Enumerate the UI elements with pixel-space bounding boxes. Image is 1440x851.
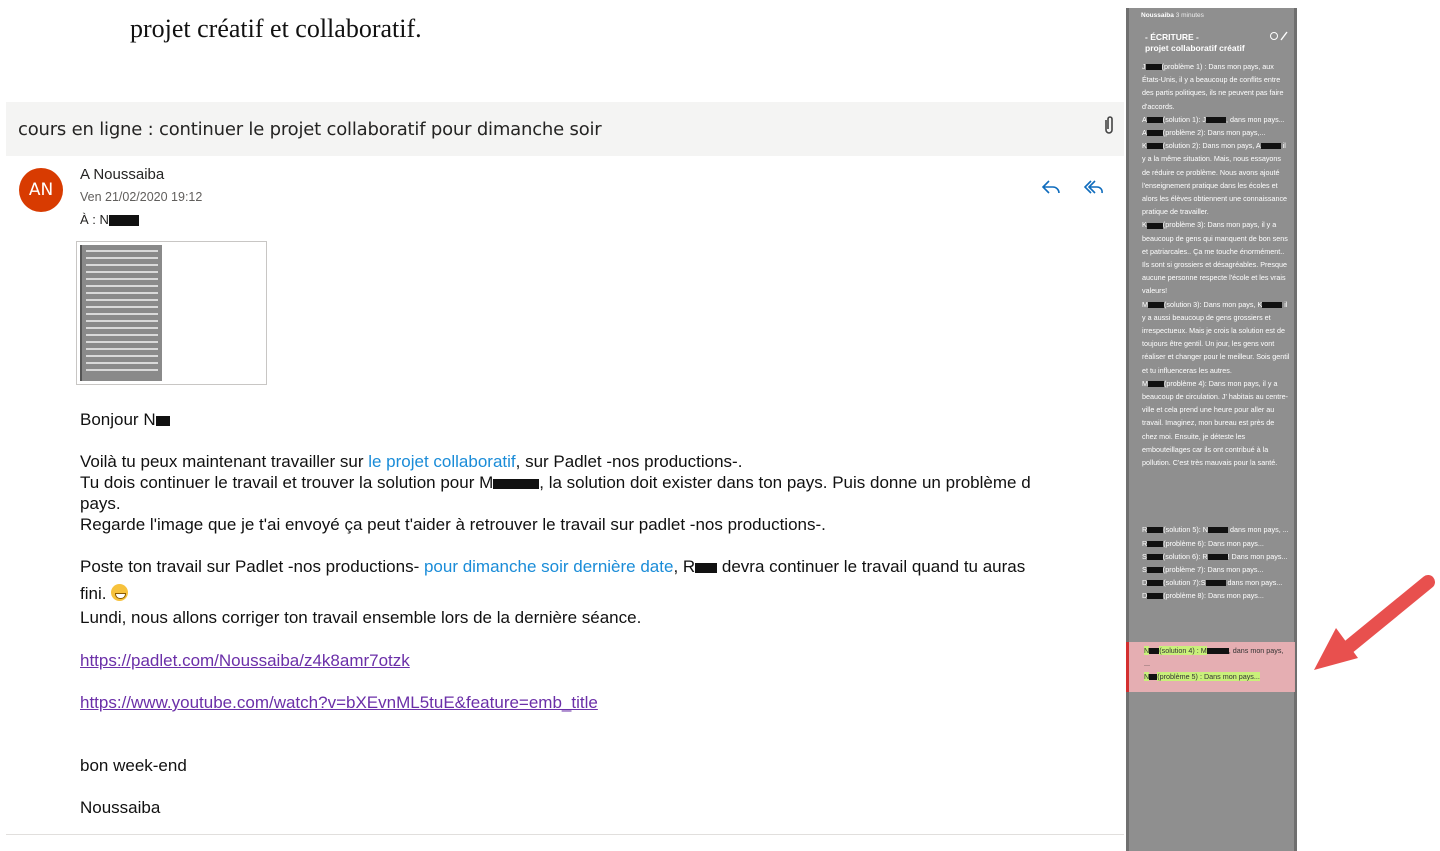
redaction xyxy=(1146,130,1163,137)
redaction xyxy=(1262,301,1283,308)
padlet-entry: D (solution 7):S dans mon pays... xyxy=(1142,578,1283,588)
recipient-name[interactable]: N xyxy=(100,212,109,227)
padlet-entry: S (solution 6): R! Dans mon pays... xyxy=(1142,551,1288,561)
padlet-entry: R (problème 6): Dans mon pays... xyxy=(1142,538,1264,548)
redaction xyxy=(1207,527,1228,534)
thumbnail-preview xyxy=(80,245,162,381)
signature: Noussaiba xyxy=(80,798,161,817)
padlet-post-header: Noussaiba 3 minutes xyxy=(1141,12,1204,19)
padlet-entry: M (solution 3): Dans mon pays, K il y a a… xyxy=(1142,299,1290,375)
redaction xyxy=(1146,567,1163,573)
redaction xyxy=(1147,527,1164,534)
padlet-post-screenshot: Noussaiba 3 minutes - ÉCRITURE - projet … xyxy=(1126,8,1297,851)
redaction xyxy=(1260,143,1281,150)
email-date: Ven 21/02/2020 19:12 xyxy=(80,190,203,204)
redaction xyxy=(1148,380,1164,387)
sender-avatar[interactable]: AN xyxy=(19,168,63,212)
padlet-entry: D (problème 8): Dans mon pays... xyxy=(1142,591,1264,601)
deadline-link[interactable]: pour dimanche soir dernière date xyxy=(424,557,673,576)
padlet-author: Noussaiba xyxy=(1141,12,1174,19)
padlet-time: 3 minutes xyxy=(1175,12,1204,19)
sender-name[interactable]: A Noussaiba xyxy=(80,166,164,183)
redaction xyxy=(1148,301,1164,308)
padlet-entry: K (solution 2): Dans mon pays, A il y a l… xyxy=(1142,141,1288,217)
padlet-entry: A (solution 1): J, dans mon pays... xyxy=(1142,114,1285,124)
redaction xyxy=(1207,553,1228,560)
redaction xyxy=(1205,116,1226,123)
highlighted-entry-text: N (solution 4) : M, dans mon pays, ... N(… xyxy=(1144,646,1284,681)
redaction xyxy=(1146,553,1163,560)
redaction xyxy=(1147,593,1164,600)
paragraph-7: Lundi, nous allons corriger ton travail … xyxy=(80,608,642,627)
subject-bar: cours en ligne : continuer le projet col… xyxy=(6,102,1124,156)
grin-emoji-icon xyxy=(111,584,129,601)
paragraph-6: fini. xyxy=(80,584,129,604)
recipient-row: À : N xyxy=(80,212,139,227)
reply-icon[interactable] xyxy=(1040,176,1062,198)
reply-all-icon[interactable] xyxy=(1082,176,1104,198)
padlet-entry: S (problème 7): Dans mon pays... xyxy=(1142,564,1264,574)
closing: bon week-end xyxy=(80,756,187,775)
edit-pencil-icon[interactable] xyxy=(1269,30,1289,42)
paragraph-3: pays. xyxy=(80,494,121,513)
redaction xyxy=(1205,580,1226,587)
redaction xyxy=(1146,116,1163,123)
image-attachment-thumbnail[interactable] xyxy=(76,241,267,385)
padlet-link[interactable]: https://padlet.com/Noussaiba/z4k8amr7otz… xyxy=(80,651,410,671)
document-caption: projet créatif et collaboratif. xyxy=(130,14,422,43)
paragraph-4: Regarde l'image que je t'ai envoyé ça pe… xyxy=(80,515,826,534)
paragraph-5: Poste ton travail sur Padlet -nos produc… xyxy=(80,557,1026,576)
paragraph-1: Voilà tu peux maintenant travailler sur … xyxy=(80,452,743,471)
redaction xyxy=(1146,222,1163,229)
annotation-arrow-icon xyxy=(1314,575,1435,670)
redaction xyxy=(1147,540,1164,547)
to-label: À : xyxy=(80,212,96,227)
email-subject: cours en ligne : continuer le projet col… xyxy=(18,119,602,140)
paperclip-icon[interactable] xyxy=(1102,114,1116,136)
collab-project-link[interactable]: le projet collaboratif xyxy=(368,452,515,471)
youtube-link[interactable]: https://www.youtube.com/watch?v=bXEvnML5… xyxy=(80,693,598,713)
padlet-title: - ÉCRITURE - projet collaboratif créatif xyxy=(1145,32,1245,53)
padlet-entry: A (problème 2): Dans mon pays,... xyxy=(1142,128,1266,138)
redaction xyxy=(108,215,139,227)
redaction xyxy=(1145,64,1162,71)
paragraph-2: Tu dois continuer le travail et trouver … xyxy=(80,473,1031,492)
padlet-post-body: J (problème 1) : Dans mon pays, aux États… xyxy=(1142,60,1290,603)
padlet-entry: J (problème 1) : Dans mon pays, aux États… xyxy=(1142,62,1284,111)
divider xyxy=(6,834,1124,835)
padlet-entry: R (solution 5): N dans mon pays, ... xyxy=(1142,525,1289,535)
greeting: Bonjour N xyxy=(80,410,170,430)
redaction xyxy=(1146,143,1163,150)
redaction xyxy=(1147,580,1164,587)
email-reading-pane: cours en ligne : continuer le projet col… xyxy=(6,102,1124,834)
padlet-entry: K (problème 3): Dans mon pays, il y a bea… xyxy=(1142,220,1288,296)
padlet-entry: M (problème 4): Dans mon pays, il y a bea… xyxy=(1142,378,1289,468)
